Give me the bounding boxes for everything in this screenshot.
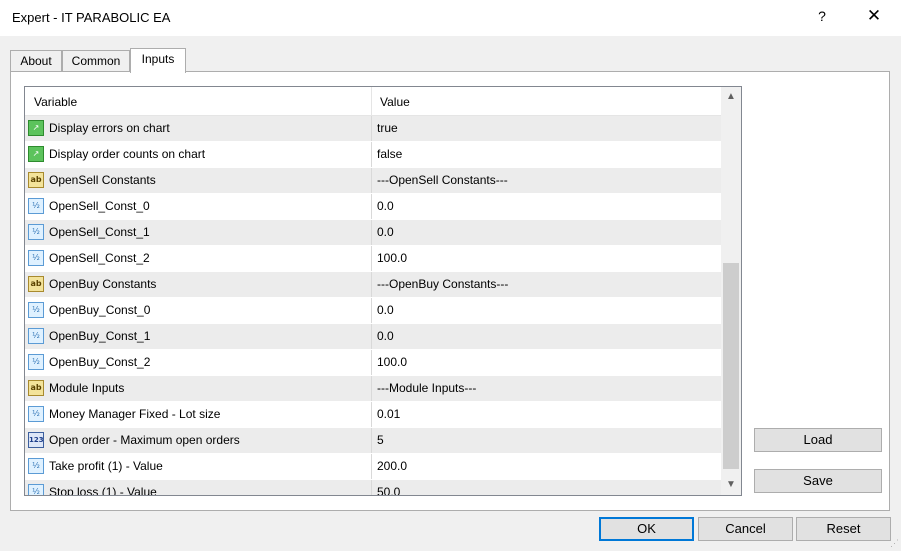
variable-name: Money Manager Fixed - Lot size [49, 407, 221, 421]
variable-value[interactable]: 0.0 [377, 303, 394, 317]
variable-name: Open order - Maximum open orders [49, 433, 240, 447]
table-row[interactable]: ½ OpenSell_Const_1 0.0 [25, 220, 721, 246]
cell-divider [371, 194, 372, 219]
table-row[interactable]: 123 Open order - Maximum open orders 5 [25, 428, 721, 454]
double-icon: ½ [28, 328, 44, 344]
table-row[interactable]: ↗ Display errors on chart true [25, 116, 721, 142]
table-row[interactable]: ab OpenSell Constants ---OpenSell Constant… [25, 168, 721, 194]
variable-name: Display order counts on chart [49, 147, 206, 161]
table-row[interactable]: ½ OpenBuy_Const_0 0.0 [25, 298, 721, 324]
variable-value[interactable]: ---OpenSell Constants--- [377, 173, 508, 187]
table-row[interactable]: ½ OpenSell_Const_0 0.0 [25, 194, 721, 220]
column-divider [371, 87, 372, 115]
variable-name: Display errors on chart [49, 121, 170, 135]
variable-name: OpenSell_Const_2 [49, 251, 150, 265]
variable-value[interactable]: true [377, 121, 398, 135]
cell-divider [371, 376, 372, 401]
variable-name: OpenSell_Const_0 [49, 199, 150, 213]
boolean-icon: ↗ [28, 146, 44, 162]
double-icon: ½ [28, 198, 44, 214]
variable-name: OpenBuy_Const_0 [49, 303, 151, 317]
double-icon: ½ [28, 302, 44, 318]
variable-name: OpenBuy_Const_2 [49, 355, 151, 369]
table-row[interactable]: ½ OpenSell_Const_2 100.0 [25, 246, 721, 272]
variable-value[interactable]: false [377, 147, 402, 161]
cell-divider [371, 428, 372, 453]
scroll-up-icon[interactable]: ▲ [721, 87, 741, 107]
cancel-button[interactable]: Cancel [698, 517, 793, 541]
cell-divider [371, 116, 372, 141]
variable-name: OpenSell_Const_1 [49, 225, 150, 239]
table-row[interactable]: ½ Money Manager Fixed - Lot size 0.01 [25, 402, 721, 428]
table-row[interactable]: ↗ Display order counts on chart false [25, 142, 721, 168]
cell-divider [371, 480, 372, 495]
cell-divider [371, 142, 372, 167]
variable-name: Module Inputs [49, 381, 125, 395]
variable-name: OpenBuy Constants [49, 277, 157, 291]
tab-about[interactable]: About [10, 50, 62, 72]
variable-value[interactable]: 0.0 [377, 329, 394, 343]
cell-divider [371, 272, 372, 297]
double-icon: ½ [28, 406, 44, 422]
scroll-thumb[interactable] [723, 263, 739, 469]
variable-name: Take profit (1) - Value [49, 459, 163, 473]
cell-divider [371, 454, 372, 479]
ok-button[interactable]: OK [599, 517, 694, 541]
load-button[interactable]: Load [754, 428, 882, 452]
variable-value[interactable]: 0.0 [377, 199, 394, 213]
reset-button[interactable]: Reset [796, 517, 891, 541]
cell-divider [371, 246, 372, 271]
string-icon: ab [28, 380, 44, 396]
cell-divider [371, 402, 372, 427]
cell-divider [371, 220, 372, 245]
help-button[interactable]: ? [812, 8, 832, 24]
variable-name: OpenSell Constants [49, 173, 156, 187]
variable-value[interactable]: 0.01 [377, 407, 400, 421]
string-icon: ab [28, 276, 44, 292]
table-row[interactable]: ab OpenBuy Constants ---OpenBuy Constants-… [25, 272, 721, 298]
variable-value[interactable]: ---OpenBuy Constants--- [377, 277, 508, 291]
string-icon: ab [28, 172, 44, 188]
double-icon: ½ [28, 224, 44, 240]
tab-inputs[interactable]: Inputs [130, 48, 186, 73]
variable-value[interactable]: 100.0 [377, 355, 407, 369]
vertical-scrollbar[interactable]: ▲ ▼ [721, 87, 741, 495]
variable-name: OpenBuy_Const_1 [49, 329, 151, 343]
cell-divider [371, 298, 372, 323]
table-row[interactable]: ½ OpenBuy_Const_2 100.0 [25, 350, 721, 376]
boolean-icon: ↗ [28, 120, 44, 136]
variable-name: Stop loss (1) - Value [49, 485, 157, 496]
column-header-variable[interactable]: Variable [34, 95, 77, 109]
cell-divider [371, 350, 372, 375]
grid-header: Variable Value [25, 87, 721, 116]
variable-value[interactable]: 50.0 [377, 485, 400, 495]
column-header-value[interactable]: Value [380, 95, 410, 109]
cell-divider [371, 168, 372, 193]
tab-common[interactable]: Common [62, 50, 130, 72]
table-row[interactable]: ab Module Inputs ---Module Inputs--- [25, 376, 721, 402]
variable-value[interactable]: 5 [377, 433, 384, 447]
table-row[interactable]: ½ OpenBuy_Const_1 0.0 [25, 324, 721, 350]
table-row[interactable]: ½ Take profit (1) - Value 200.0 [25, 454, 721, 480]
save-button[interactable]: Save [754, 469, 882, 493]
variable-value[interactable]: 100.0 [377, 251, 407, 265]
double-icon: ½ [28, 250, 44, 266]
variable-value[interactable]: ---Module Inputs--- [377, 381, 476, 395]
scroll-down-icon[interactable]: ▼ [721, 475, 741, 495]
window-title: Expert - IT PARABOLIC EA [12, 10, 171, 25]
double-icon: ½ [28, 458, 44, 474]
title-bar: Expert - IT PARABOLIC EA ? ✕ [0, 0, 901, 36]
resize-grip-icon[interactable]: ⋰ [887, 537, 899, 549]
cell-divider [371, 324, 372, 349]
table-row[interactable]: ½ Stop loss (1) - Value 50.0 [25, 480, 721, 496]
double-icon: ½ [28, 354, 44, 370]
close-button[interactable]: ✕ [862, 6, 886, 26]
double-icon: ½ [28, 484, 44, 495]
variable-value[interactable]: 200.0 [377, 459, 407, 473]
grid-rows: ↗ Display errors on chart true ↗ Display ord… [25, 116, 721, 496]
integer-icon: 123 [28, 432, 44, 448]
variable-value[interactable]: 0.0 [377, 225, 394, 239]
inputs-grid[interactable]: Variable Value ↗ Display errors on chart t… [24, 86, 742, 496]
